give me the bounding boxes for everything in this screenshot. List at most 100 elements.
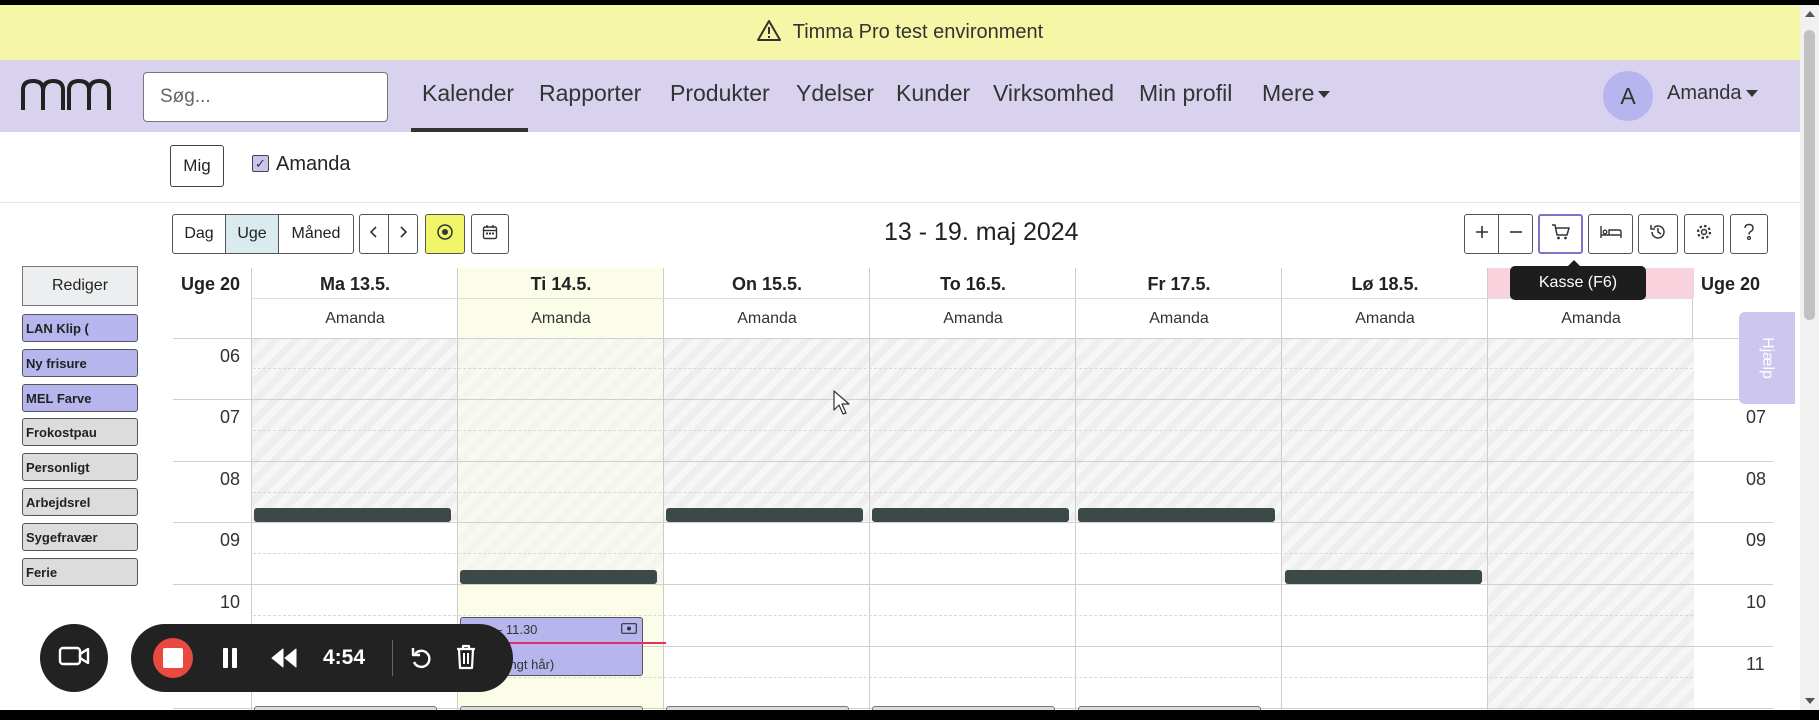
pause-button[interactable]: [222, 648, 238, 673]
closed-hours-area: [1488, 339, 1694, 710]
nav-link-mere-label: Mere: [1262, 80, 1315, 106]
timma-logo[interactable]: [20, 78, 112, 117]
page-scrollbar[interactable]: [1800, 5, 1819, 710]
payment-icon: [621, 622, 637, 637]
view-day-button[interactable]: Dag: [172, 214, 226, 254]
target-icon: [436, 223, 454, 246]
cash-register-tooltip: Kasse (F6): [1510, 260, 1646, 300]
help-icon: [1742, 223, 1756, 246]
day-header: Ti 14.5.: [530, 274, 592, 294]
history-icon: [1649, 223, 1667, 246]
date-picker-button[interactable]: [471, 214, 509, 254]
recording-time: 4:54: [323, 646, 366, 669]
nav-link-rapporter[interactable]: Rapporter: [539, 80, 641, 107]
appointment-block[interactable]: [1078, 706, 1261, 710]
day-column[interactable]: On 15.5. Amanda: [663, 268, 870, 710]
day-column[interactable]: Fr 17.5. Amanda: [1075, 268, 1282, 710]
staff-checkbox-label: Amanda: [276, 153, 351, 175]
hour-label: 08: [1746, 469, 1767, 489]
hour-line: [173, 584, 1773, 585]
zoom-in-button[interactable]: [1464, 214, 1499, 254]
day-column[interactable]: To 16.5. Amanda: [869, 268, 1076, 710]
sidebar-absence-item[interactable]: Personligt: [22, 453, 138, 481]
search-input[interactable]: [143, 72, 388, 122]
scrollbar-thumb[interactable]: [1804, 30, 1815, 320]
rewind-button[interactable]: [271, 648, 297, 673]
day-staff-label: Amanda: [531, 310, 591, 327]
day-staff-label: Amanda: [1149, 310, 1209, 327]
nav-link-kunder[interactable]: Kunder: [896, 80, 970, 107]
help-tab[interactable]: Hjælp: [1739, 312, 1795, 404]
week-number-right: Uge 20: [1701, 274, 1761, 294]
today-button[interactable]: [425, 214, 465, 254]
appointment-block[interactable]: [666, 706, 849, 710]
nav-link-kalender[interactable]: Kalender: [422, 80, 514, 107]
help-button[interactable]: [1730, 214, 1768, 254]
zoom-out-button[interactable]: [1498, 214, 1533, 254]
nav-link-ydelser[interactable]: Ydelser: [796, 80, 874, 107]
active-nav-indicator: [411, 128, 528, 132]
hour-line: [173, 522, 1773, 523]
camera-toggle-button[interactable]: [40, 624, 108, 692]
hour-label: 11: [1746, 654, 1765, 674]
next-week-button[interactable]: [388, 214, 418, 254]
nav-link-produkter[interactable]: Produkter: [670, 80, 770, 107]
help-tab-label: Hjælp: [1758, 337, 1776, 379]
day-staff-label: Amanda: [1355, 310, 1415, 327]
calendar-icon: [482, 224, 498, 245]
edit-services-button[interactable]: Rediger: [22, 266, 138, 306]
hour-line: [173, 461, 1773, 462]
day-staff-label: Amanda: [1561, 310, 1621, 327]
half-hour-line: [253, 615, 1693, 616]
appointment-block[interactable]: [872, 706, 1055, 710]
restart-icon: [410, 648, 432, 674]
scroll-up-icon[interactable]: [1805, 11, 1815, 17]
sidebar-absence-item[interactable]: Sygefravær: [22, 523, 138, 551]
settings-button[interactable]: [1684, 214, 1724, 254]
nav-link-virksomhed[interactable]: Virksomhed: [993, 80, 1114, 107]
sidebar-absence-item[interactable]: Ferie: [22, 558, 138, 586]
week-number-left: Uge 20: [181, 274, 241, 294]
bed-button[interactable]: [1588, 214, 1633, 254]
stop-icon: [163, 648, 183, 668]
day-column-holiday[interactable]: Sø 19.5. Amanda: [1487, 268, 1694, 710]
me-filter-button[interactable]: Mig: [170, 145, 224, 187]
sidebar-absence-item[interactable]: Arbejdsrel: [22, 488, 138, 516]
day-header: Lø 18.5.: [1351, 274, 1419, 294]
user-menu[interactable]: Amanda: [1667, 82, 1758, 105]
hour-label: 08: [220, 469, 241, 489]
sidebar-service-item[interactable]: MEL Farve: [22, 384, 138, 412]
nav-link-mere[interactable]: Mere: [1262, 80, 1331, 107]
sidebar-absence-item[interactable]: Frokostpau: [22, 418, 138, 446]
recording-controls: 4:54: [131, 624, 513, 692]
half-hour-line: [253, 430, 1693, 431]
view-week-button[interactable]: Uge: [225, 214, 279, 254]
avatar[interactable]: A: [1603, 71, 1653, 121]
hour-label: 07: [220, 407, 241, 427]
hour-label: 10: [1746, 592, 1767, 612]
mouse-cursor-icon: [833, 390, 851, 421]
view-month-button[interactable]: Måned: [278, 214, 354, 254]
restart-recording-button[interactable]: [410, 646, 432, 675]
sidebar-service-item[interactable]: Ny frisure: [22, 349, 138, 377]
hour-label: 09: [220, 530, 241, 550]
day-header: On 15.5.: [731, 274, 803, 294]
scroll-down-icon[interactable]: [1805, 698, 1815, 704]
half-hour-line: [253, 368, 1693, 369]
appointment-block[interactable]: [254, 706, 437, 710]
day-header: Ma 13.5.: [319, 274, 391, 294]
history-button[interactable]: [1638, 214, 1678, 254]
staff-checkbox[interactable]: ✓: [252, 155, 269, 172]
video-camera-icon: [58, 645, 90, 672]
day-column[interactable]: Lø 18.5. Amanda: [1281, 268, 1488, 710]
previous-week-button[interactable]: [359, 214, 389, 254]
delete-recording-button[interactable]: [456, 644, 476, 675]
appointment-block[interactable]: [460, 706, 643, 710]
cash-register-button[interactable]: [1538, 214, 1583, 254]
divider: [0, 202, 1800, 203]
nav-link-min-profil[interactable]: Min profil: [1139, 80, 1232, 107]
sidebar-service-item[interactable]: LAN Klip (: [22, 314, 138, 342]
stop-recording-button[interactable]: [153, 638, 193, 678]
opening-hours-marker: [254, 508, 451, 522]
day-header: Fr 17.5.: [1147, 274, 1211, 294]
